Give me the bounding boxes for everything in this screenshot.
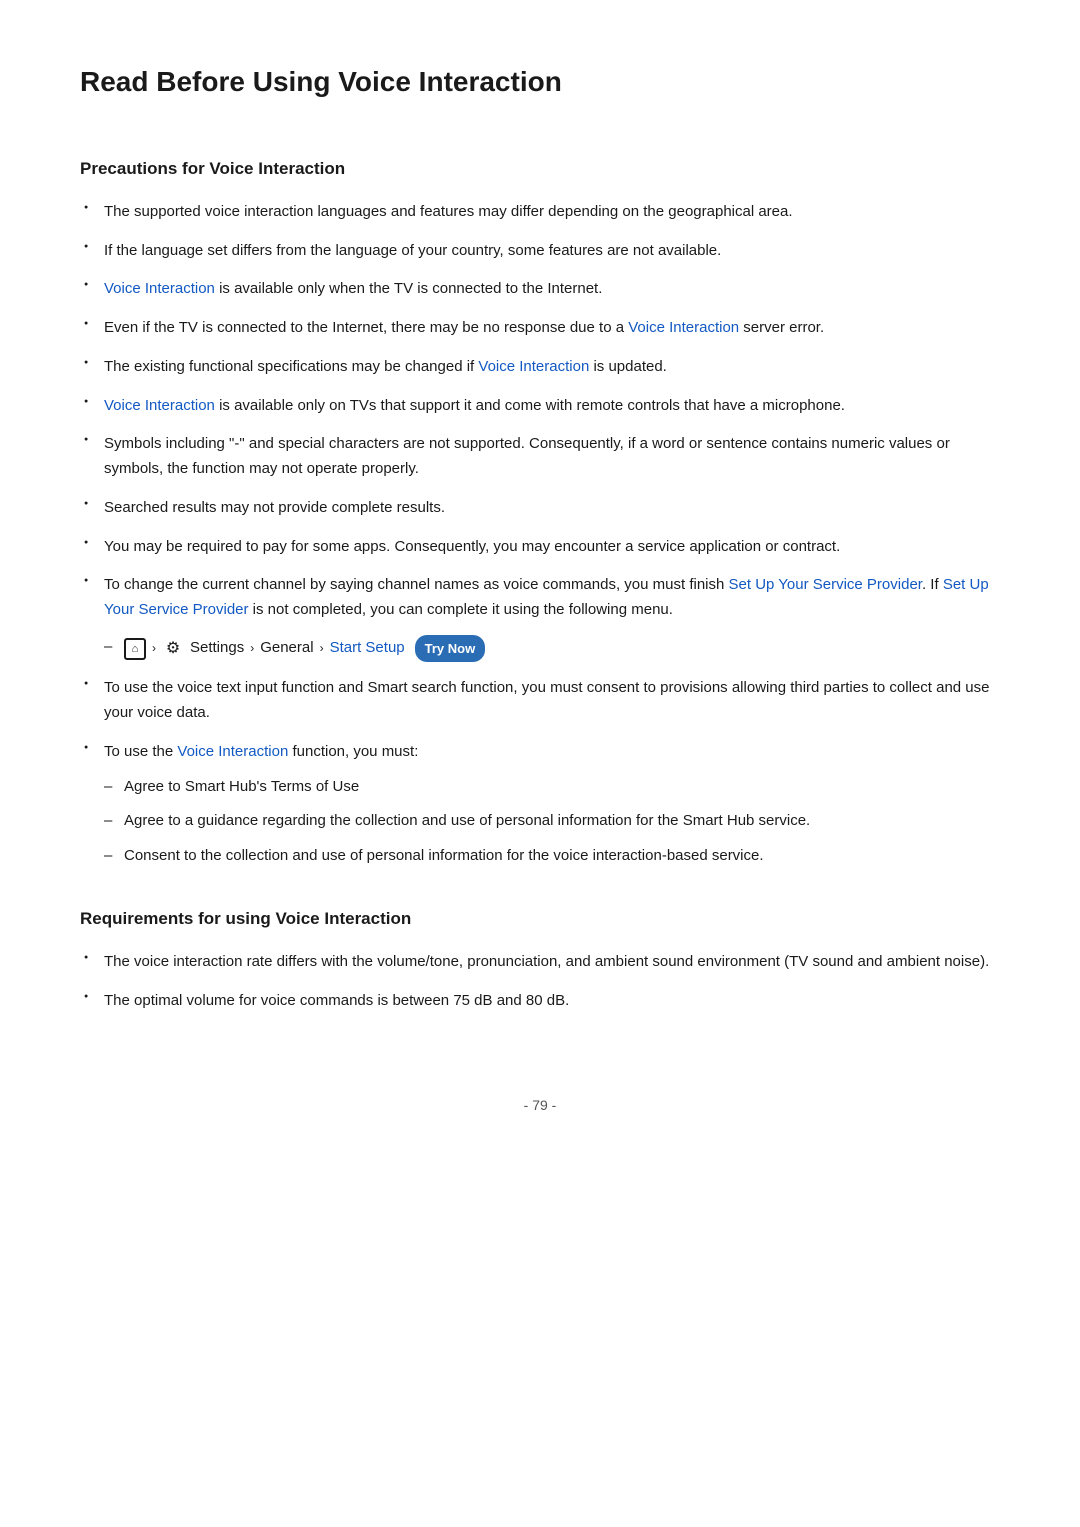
list-item: Voice Interaction is available only on T… (80, 394, 1000, 419)
chevron-icon: › (152, 639, 156, 659)
list-item: To use the Voice Interaction function, y… (80, 740, 1000, 869)
list-item: To use the voice text input function and… (80, 676, 1000, 726)
requirements-section: Requirements for using Voice Interaction… (80, 905, 1000, 1014)
sub-list-item: Agree to Smart Hub's Terms of Use (104, 775, 1000, 800)
requirements-list: The voice interaction rate differs with … (80, 950, 1000, 1014)
list-item: You may be required to pay for some apps… (80, 535, 1000, 560)
voice-interaction-link[interactable]: Voice Interaction (104, 280, 215, 297)
precautions-title: Precautions for Voice Interaction (80, 155, 1000, 182)
page-footer: - 79 - (80, 1094, 1000, 1116)
nav-path-item: ⌂ › ⚙ Settings › General › Start Setup T… (104, 635, 1000, 662)
list-item: The voice interaction rate differs with … (80, 950, 1000, 975)
general-label: General (260, 636, 313, 661)
navigation-path: ⌂ › ⚙ Settings › General › Start Setup T… (124, 635, 1000, 662)
home-icon: ⌂ (124, 638, 146, 660)
list-item: The existing functional specifications m… (80, 355, 1000, 380)
voice-interaction-link[interactable]: Voice Interaction (628, 319, 739, 336)
list-item: Symbols including "-" and special charac… (80, 432, 1000, 482)
list-item: If the language set differs from the lan… (80, 239, 1000, 264)
page-number: - 79 - (524, 1097, 557, 1113)
requirements-title: Requirements for using Voice Interaction (80, 905, 1000, 932)
voice-interaction-link[interactable]: Voice Interaction (478, 358, 589, 375)
list-item: Searched results may not provide complet… (80, 496, 1000, 521)
settings-label: Settings (190, 636, 244, 661)
try-now-badge[interactable]: Try Now (415, 635, 486, 662)
precautions-section: Precautions for Voice Interaction The su… (80, 155, 1000, 869)
page-title: Read Before Using Voice Interaction (80, 60, 1000, 115)
settings-icon: ⚙ (162, 638, 184, 660)
list-item: The supported voice interaction language… (80, 200, 1000, 225)
sub-list-item: Consent to the collection and use of per… (104, 844, 1000, 869)
list-item: To change the current channel by saying … (80, 573, 1000, 662)
sub-list-item: Agree to a guidance regarding the collec… (104, 809, 1000, 834)
list-item: Voice Interaction is available only when… (80, 277, 1000, 302)
sub-requirements-list: Agree to Smart Hub's Terms of Use Agree … (104, 775, 1000, 869)
list-item: Even if the TV is connected to the Inter… (80, 316, 1000, 341)
start-setup-label: Start Setup (330, 636, 405, 661)
voice-interaction-link[interactable]: Voice Interaction (177, 743, 288, 760)
list-item: The optimal volume for voice commands is… (80, 989, 1000, 1014)
chevron-icon: › (320, 639, 324, 659)
precautions-list: The supported voice interaction language… (80, 200, 1000, 869)
set-up-service-provider-link[interactable]: Set Up Your Service Provider (729, 576, 922, 593)
chevron-icon: › (250, 639, 254, 659)
nav-path-list: ⌂ › ⚙ Settings › General › Start Setup T… (104, 635, 1000, 662)
voice-interaction-link[interactable]: Voice Interaction (104, 397, 215, 414)
